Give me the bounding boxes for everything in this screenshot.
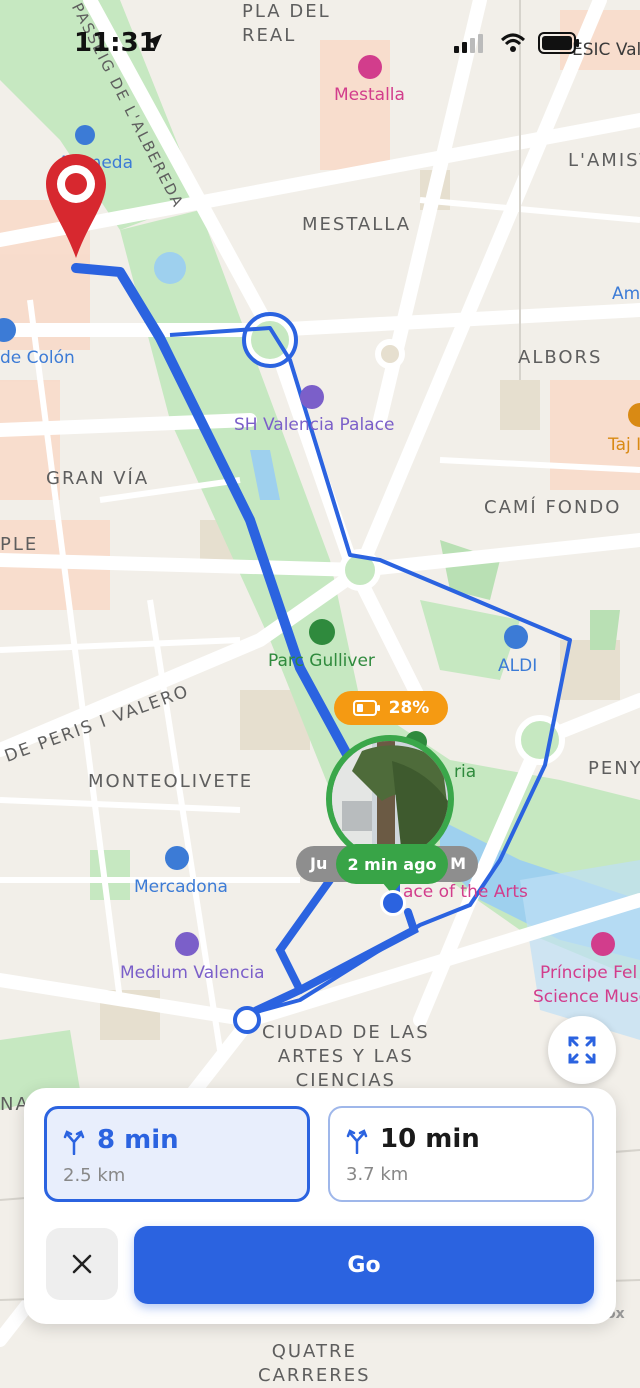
poi-label-ria[interactable]: ria — [454, 762, 476, 782]
signal-icon — [454, 34, 483, 53]
battery-low-icon — [352, 700, 380, 716]
battery-level-badge: 28% — [334, 691, 448, 725]
battery-level-text: 28% — [388, 698, 430, 718]
poi-label-aldi[interactable]: ALDI — [498, 656, 537, 676]
last-seen-text: 2 min ago — [347, 854, 437, 874]
area-label-cami-fondo: CAMÍ FONDO — [484, 497, 622, 518]
area-label-ple: PLE — [0, 534, 39, 555]
close-button[interactable] — [46, 1228, 118, 1300]
wifi-icon — [500, 33, 526, 52]
route-distance: 2.5 km — [63, 1165, 126, 1186]
last-seen-badge: 2 min ago — [336, 844, 448, 884]
location-arrow-icon — [146, 34, 162, 50]
route-duration: 8 min — [97, 1125, 179, 1155]
area-label-penya: PENY — [588, 758, 640, 779]
poi-label-science[interactable]: Science Muse — [533, 987, 640, 1007]
friend-photo — [332, 741, 448, 857]
route-fork-icon — [346, 1129, 368, 1154]
close-icon — [72, 1254, 92, 1274]
poi-label-parc-gulliver[interactable]: Parc Gulliver — [268, 651, 375, 671]
area-label-lamis: L'AMIST — [568, 150, 640, 171]
go-button[interactable]: Go — [134, 1226, 594, 1304]
route-option-alternative[interactable]: 10 min 3.7 km — [328, 1106, 594, 1202]
poi-label-palace-arts[interactable]: ace of the Arts — [403, 882, 528, 902]
poi-label-taj[interactable]: Taj I — [608, 435, 640, 455]
area-label-mestalla: MESTALLA — [302, 214, 412, 235]
area-label-monteolivete: MONTEOLIVETE — [88, 771, 254, 792]
poi-label-principe[interactable]: Príncipe Fel — [540, 963, 637, 983]
friend-name-left: Ju — [310, 854, 328, 873]
area-label-gran-via: GRAN VÍA — [46, 468, 150, 489]
status-bar: 11:31 — [0, 0, 640, 90]
poi-label-medium-valencia[interactable]: Medium Valencia — [120, 963, 265, 983]
destination-pin-icon[interactable] — [44, 152, 108, 262]
poi-label-colon[interactable]: de Colón — [0, 348, 75, 368]
route-fork-icon — [63, 1130, 85, 1155]
friend-location-dot[interactable] — [380, 890, 406, 916]
route-option-fastest[interactable]: 8 min 2.5 km — [44, 1106, 310, 1202]
battery-status-icon — [538, 32, 579, 54]
friend-name-right: M — [450, 854, 466, 873]
route-duration: 10 min — [380, 1124, 480, 1154]
area-label-quatre-carreres: QUATRE CARRERES — [258, 1341, 371, 1386]
area-label-ciudad-artes: CIUDAD DE LAS ARTES Y LAS CIENCIAS — [262, 1022, 430, 1091]
expand-map-button[interactable] — [548, 1016, 616, 1084]
poi-label-am[interactable]: Am — [612, 284, 640, 304]
area-label-albors: ALBORS — [518, 347, 603, 368]
route-distance: 3.7 km — [346, 1164, 409, 1185]
expand-icon — [568, 1036, 596, 1064]
route-options-panel: 8 min 2.5 km 10 min 3.7 km Go — [24, 1088, 616, 1324]
poi-label-sh-valencia[interactable]: SH Valencia Palace — [234, 415, 394, 435]
poi-label-mercadona[interactable]: Mercadona — [134, 877, 228, 897]
